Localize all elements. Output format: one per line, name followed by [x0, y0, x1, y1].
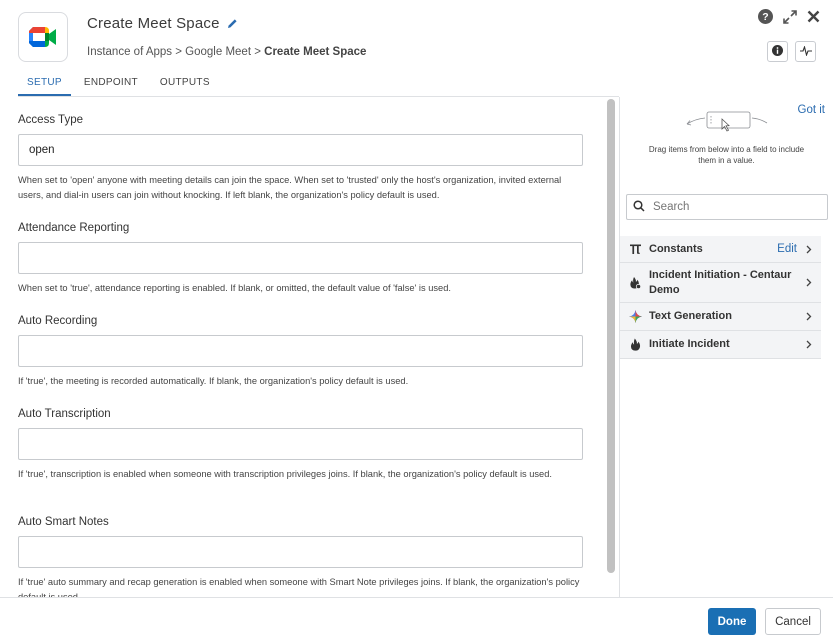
field-label: Auto Smart Notes [18, 516, 109, 528]
chevron-right-icon [805, 245, 813, 254]
breadcrumb-app[interactable]: Google Meet [185, 46, 251, 58]
chevron-right-icon [805, 312, 813, 321]
breadcrumb-separator: > [254, 46, 261, 58]
pi-icon [628, 244, 642, 254]
tab-outputs[interactable]: OUTPUTS [151, 70, 219, 96]
done-button[interactable]: Done [708, 608, 756, 635]
expand-icon[interactable] [782, 9, 797, 24]
info-icon [772, 44, 783, 59]
search-input[interactable] [651, 200, 821, 214]
field-auto-smart-notes: Auto Smart Notes If 'true' auto summary … [18, 516, 583, 597]
field-label: Auto Transcription [18, 408, 111, 420]
list-item-initiate-incident[interactable]: Initiate Incident [620, 331, 821, 359]
sparkle-icon [628, 310, 642, 323]
scrollbar-thumb[interactable] [607, 99, 615, 573]
auto-smart-notes-input[interactable] [18, 536, 583, 568]
chevron-right-icon [805, 278, 813, 287]
page-title: Create Meet Space [87, 15, 220, 32]
list-item-label: Constants [649, 242, 703, 255]
cancel-button[interactable]: Cancel [765, 608, 821, 635]
search-icon [633, 199, 645, 215]
close-icon[interactable] [806, 9, 821, 24]
tab-endpoint[interactable]: ENDPOINT [75, 70, 147, 96]
list-item-label: Incident Initiation - Centaur Demo [649, 269, 792, 296]
drag-hint-text: Drag items from below into a field to in… [648, 145, 805, 165]
field-attendance-reporting: Attendance Reporting When set to 'true',… [18, 222, 583, 296]
tab-bar: SETUP ENDPOINT OUTPUTS [18, 70, 223, 96]
field-auto-recording: Auto Recording If 'true', the meeting is… [18, 315, 583, 389]
data-source-list: Constants Edit Incident Initiation - Cen… [620, 236, 821, 359]
tab-setup[interactable]: SETUP [18, 70, 71, 96]
got-it-link[interactable]: Got it [798, 104, 825, 116]
field-label: Auto Recording [18, 315, 98, 327]
auto-transcription-input[interactable] [18, 428, 583, 460]
list-item-label: Text Generation [649, 310, 732, 323]
access-type-input[interactable] [18, 134, 583, 166]
field-label: Access Type [18, 114, 83, 126]
breadcrumb-current: Create Meet Space [264, 46, 367, 58]
field-help-text: If 'true' auto summary and recap generat… [18, 577, 580, 597]
footer-divider [0, 597, 833, 598]
google-meet-icon [29, 27, 56, 47]
chevron-right-icon [805, 340, 813, 349]
setup-form: Access Type When set to 'open' anyone wi… [0, 97, 604, 597]
pulse-icon [799, 44, 812, 59]
field-label: Attendance Reporting [18, 222, 130, 234]
breadcrumb: Instance of Apps > Google Meet > Create … [87, 46, 366, 58]
data-panel: Got it Drag items from below into a fiel… [620, 97, 833, 597]
flame-icon [628, 338, 642, 351]
list-item-constants[interactable]: Constants Edit [620, 236, 821, 263]
google-meet-logo [18, 12, 68, 62]
list-item-label: Initiate Incident [649, 338, 730, 351]
list-item-text-generation[interactable]: Text Generation [620, 303, 821, 331]
form-scrollbar[interactable] [607, 99, 615, 573]
edit-pencil-icon[interactable] [227, 18, 238, 29]
incident-initiation-icon [628, 276, 642, 289]
activity-button[interactable] [795, 41, 816, 62]
constants-edit-link[interactable]: Edit [777, 243, 797, 255]
attendance-reporting-input[interactable] [18, 242, 583, 274]
breadcrumb-instance[interactable]: Instance of Apps [87, 46, 172, 58]
breadcrumb-separator: > [175, 46, 182, 58]
field-help-text: If 'true', the meeting is recorded autom… [18, 376, 409, 386]
search-box[interactable] [626, 194, 828, 220]
help-icon[interactable]: ? [758, 9, 773, 24]
field-help-text: When set to 'true', attendance reporting… [18, 283, 451, 293]
svg-text:?: ? [762, 11, 768, 23]
header: Create Meet Space Instance of Apps > Goo… [0, 0, 833, 70]
list-item-incident-initiation[interactable]: Incident Initiation - Centaur Demo [620, 263, 821, 303]
info-button[interactable] [767, 41, 788, 62]
field-help-text: If 'true', transcription is enabled when… [18, 469, 552, 479]
field-access-type: Access Type When set to 'open' anyone wi… [18, 114, 583, 202]
field-help-text: When set to 'open' anyone with meeting d… [18, 175, 562, 200]
field-auto-transcription: Auto Transcription If 'true', transcript… [18, 408, 583, 482]
auto-recording-input[interactable] [18, 335, 583, 367]
drag-illustration [685, 109, 769, 139]
